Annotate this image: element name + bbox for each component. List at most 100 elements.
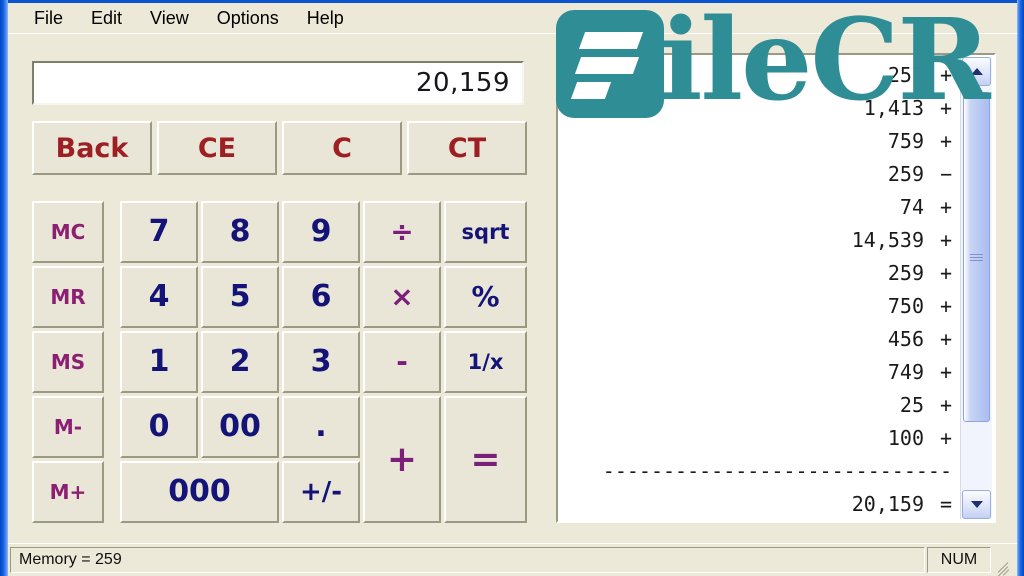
tape-operator: + (939, 129, 952, 153)
window-border-right (1017, 0, 1024, 576)
menu-item-view[interactable]: View (136, 5, 203, 32)
tape-value: 74 (899, 195, 924, 219)
percent-button[interactable]: % (444, 266, 527, 328)
chevron-up-icon (970, 68, 983, 75)
menu-item-file[interactable]: File (20, 5, 77, 32)
decimal-point-label: . (315, 409, 327, 444)
subtract-button[interactable]: - (363, 331, 441, 393)
tape-panel[interactable]: 257 + 1,413 + 759 + 259− 74 + 14,539 + 2… (556, 53, 996, 523)
memory-subtract-label: M- (53, 415, 83, 439)
digit-8-button[interactable]: 8 (201, 201, 279, 263)
digit-0-button[interactable]: 0 (120, 396, 198, 458)
tape-operator: − (939, 162, 952, 186)
tape-value: 14,539 (851, 228, 924, 252)
tape-operator: + (939, 63, 952, 87)
clear-button[interactable]: C (282, 121, 402, 175)
menu-item-options[interactable]: Options (203, 5, 293, 32)
tape-value: 100 (887, 426, 924, 450)
memory-clear-label: MC (50, 220, 86, 244)
memory-clear-button[interactable]: MC (32, 201, 104, 263)
memory-recall-button[interactable]: MR (32, 266, 104, 328)
scroll-up-button[interactable] (962, 57, 991, 86)
menu-separator (8, 33, 1017, 36)
tape-operator: + (939, 195, 952, 219)
equals-button[interactable]: = (444, 396, 527, 523)
memory-store-button[interactable]: MS (32, 331, 104, 393)
backspace-button[interactable]: Back (32, 121, 152, 175)
digit-1-button[interactable]: 1 (120, 331, 198, 393)
digit-00-button[interactable]: 00 (201, 396, 279, 458)
tape-row: 74 + (564, 191, 952, 224)
tape-value: 749 (887, 360, 924, 384)
scrollbar-track[interactable] (962, 87, 991, 489)
memory-subtract-button[interactable]: M- (32, 396, 104, 458)
subtract-label: - (396, 345, 408, 378)
add-label: + (386, 438, 418, 480)
digit-8-label: 8 (229, 214, 251, 249)
add-button[interactable]: + (363, 396, 441, 523)
clear-tape-label: CT (447, 132, 487, 164)
tape-row: 750 + (564, 290, 952, 323)
display-value: 20,159 (416, 68, 510, 98)
reciprocal-button[interactable]: 1/x (444, 331, 527, 393)
tape-scrollbar[interactable] (960, 57, 992, 519)
sign-toggle-label: +/- (299, 477, 343, 507)
clear-entry-label: CE (197, 132, 237, 164)
decimal-point-button[interactable]: . (282, 396, 360, 458)
client-area: File Edit View Options Help 20,159 Back … (8, 3, 1017, 576)
display-field[interactable]: 20,159 (32, 61, 524, 105)
status-memory-pane: Memory = 259 (10, 547, 925, 573)
scroll-down-button[interactable] (962, 490, 991, 519)
tape-operator: + (939, 393, 952, 417)
menu-item-edit[interactable]: Edit (77, 5, 136, 32)
window-border-left (0, 0, 8, 576)
digit-2-label: 2 (229, 344, 251, 379)
tape-operator: + (939, 327, 952, 351)
reciprocal-label: 1/x (467, 349, 504, 374)
sqrt-button[interactable]: sqrt (444, 201, 527, 263)
sign-toggle-button[interactable]: +/- (282, 461, 360, 523)
menu-bar: File Edit View Options Help (8, 3, 1017, 33)
tape-value: 1,413 (863, 96, 924, 120)
divide-label: ÷ (390, 215, 414, 248)
resize-grip-icon[interactable] (993, 547, 1015, 576)
tape-row: 1,413 + (564, 92, 952, 125)
multiply-label: × (390, 280, 414, 313)
digit-2-button[interactable]: 2 (201, 331, 279, 393)
clear-entry-button[interactable]: CE (157, 121, 277, 175)
tape-value: 257 (887, 63, 924, 87)
grip-icon (970, 252, 983, 263)
divide-button[interactable]: ÷ (363, 201, 441, 263)
tape-separator: ----------------------------- (602, 459, 952, 483)
digit-7-button[interactable]: 7 (120, 201, 198, 263)
tape-row: 456 + (564, 323, 952, 356)
digit-000-button[interactable]: 000 (120, 461, 279, 523)
tape-total-value: 20,159 (851, 492, 924, 516)
menu-item-help[interactable]: Help (293, 5, 358, 32)
tape-row: 14,539 + (564, 224, 952, 257)
memory-store-label: MS (50, 350, 86, 374)
tape-row: 749 + (564, 356, 952, 389)
digit-5-button[interactable]: 5 (201, 266, 279, 328)
tape-list: 257 + 1,413 + 759 + 259− 74 + 14,539 + 2… (558, 55, 960, 521)
digit-3-button[interactable]: 3 (282, 331, 360, 393)
backspace-label: Back (55, 132, 129, 164)
digit-9-button[interactable]: 9 (282, 201, 360, 263)
status-bar: Memory = 259 NUM (8, 543, 1017, 576)
tape-row: 25 + (564, 389, 952, 422)
memory-add-label: M+ (49, 480, 87, 504)
tape-value: 259 (887, 162, 924, 186)
tape-operator: + (939, 426, 952, 450)
sqrt-label: sqrt (461, 219, 510, 244)
memory-add-button[interactable]: M+ (32, 461, 104, 523)
scrollbar-thumb[interactable] (963, 92, 990, 422)
digit-4-button[interactable]: 4 (120, 266, 198, 328)
digit-4-label: 4 (148, 279, 170, 314)
digit-6-label: 6 (310, 279, 332, 314)
clear-tape-button[interactable]: CT (407, 121, 527, 175)
tape-row: 100 + (564, 422, 952, 455)
multiply-button[interactable]: × (363, 266, 441, 328)
digit-6-button[interactable]: 6 (282, 266, 360, 328)
digit-3-label: 3 (310, 344, 332, 379)
percent-label: % (471, 280, 500, 313)
